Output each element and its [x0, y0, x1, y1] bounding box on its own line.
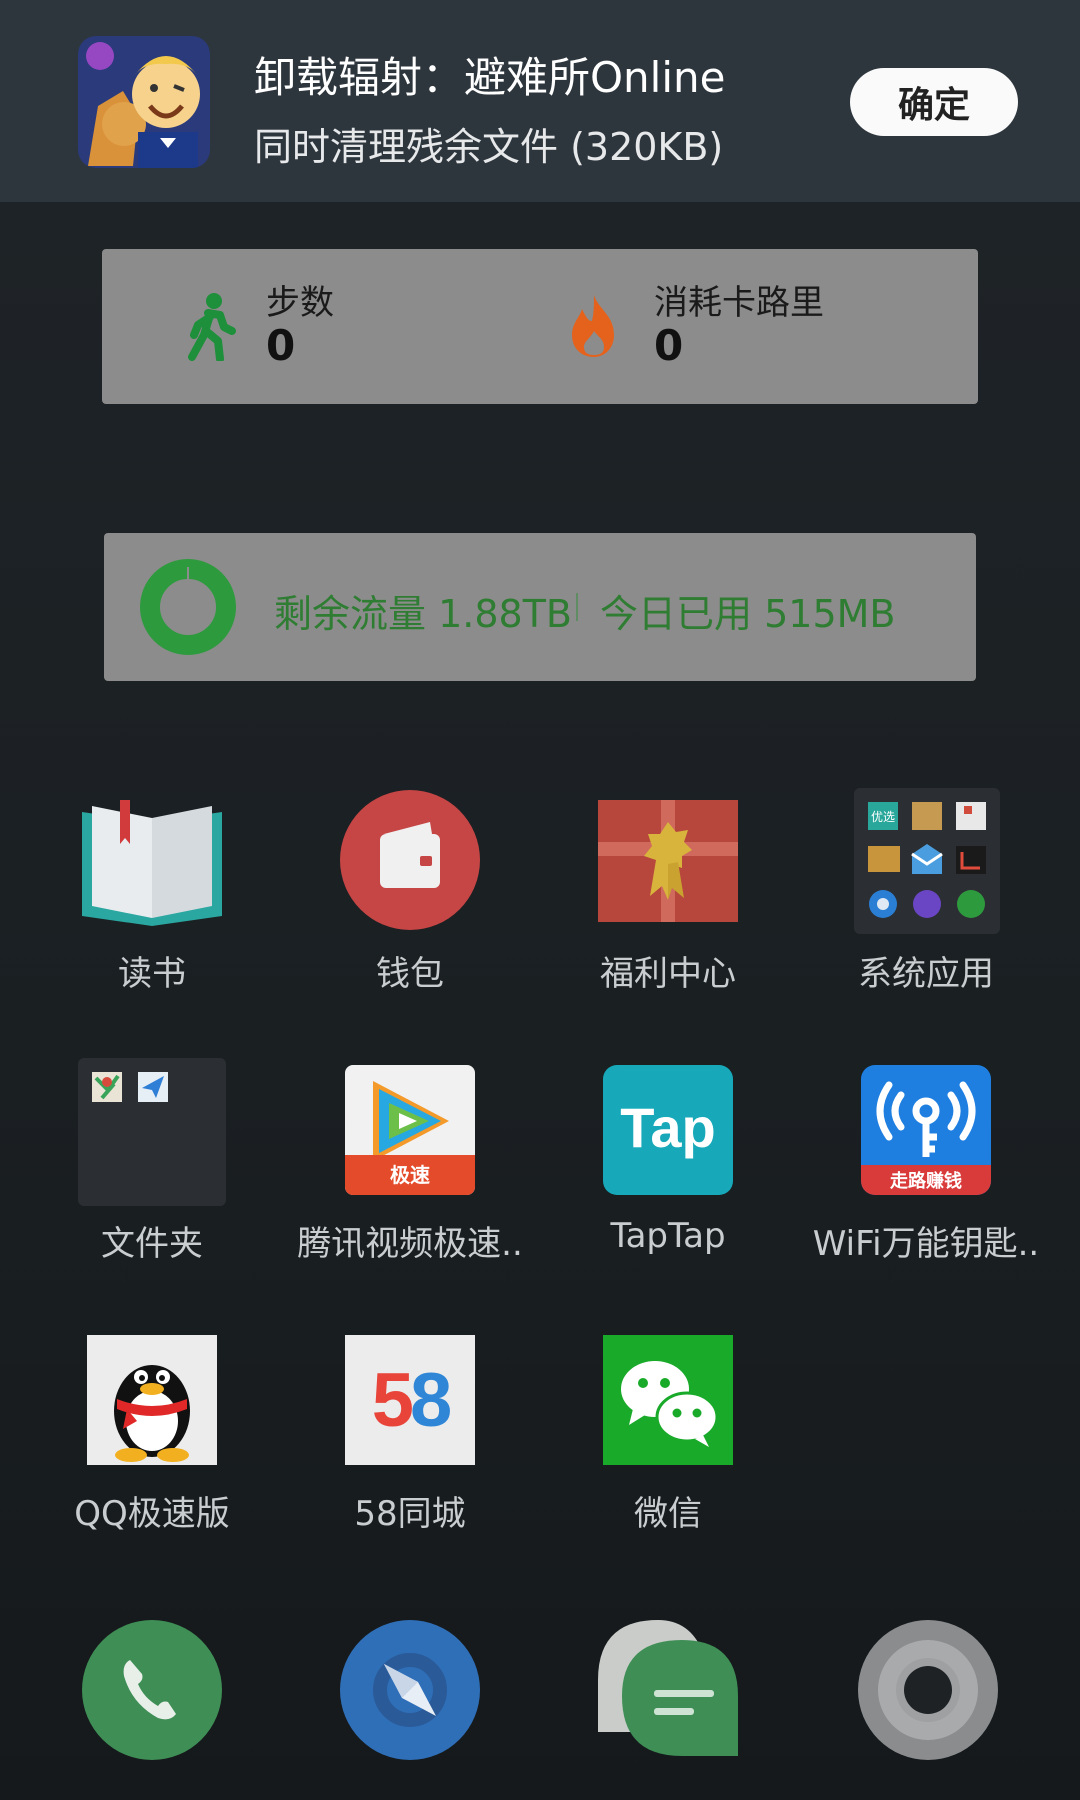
- calories-label: 消耗卡路里: [654, 283, 824, 323]
- app-label: 58同城: [354, 1494, 466, 1534]
- used-data: 今日已用 515MB: [600, 583, 896, 638]
- walking-icon: [180, 291, 240, 363]
- wifi-badge: 走路赚钱: [890, 1171, 962, 1192]
- 58-logo: 58: [371, 1358, 453, 1443]
- app-label: WiFi万能钥匙..: [812, 1224, 1040, 1264]
- app-label: 系统应用: [858, 954, 994, 994]
- steps-value: 0: [266, 321, 296, 370]
- app-label: 腾讯视频极速..: [297, 1224, 523, 1264]
- app-label: QQ极速版: [74, 1494, 230, 1534]
- video-badge: 极速: [390, 1163, 430, 1187]
- 58-icon: 58: [345, 1335, 475, 1465]
- health-widget[interactable]: 步数 0 消耗卡路里 0: [102, 249, 978, 404]
- steps-label: 步数: [266, 283, 334, 323]
- data-usage-widget[interactable]: 剩余流量 1.88TB 今日已用 515MB: [104, 533, 976, 681]
- app-label: TapTap: [610, 1216, 726, 1256]
- used-value: 515MB: [764, 592, 896, 636]
- app-label: 钱包: [376, 954, 444, 994]
- folder-system-apps-icon: 优选: [854, 788, 1000, 934]
- flame-icon: [564, 291, 624, 361]
- remaining-value: 1.88TB: [438, 592, 572, 636]
- app-label: 福利中心: [600, 954, 736, 994]
- browser-icon[interactable]: [340, 1620, 480, 1760]
- separator: [576, 593, 578, 621]
- folder-icon: [78, 1058, 226, 1206]
- remaining-data: 剩余流量 1.88TB: [274, 583, 572, 638]
- wallet-icon: [340, 790, 480, 930]
- app-label: 读书: [118, 954, 186, 994]
- folder-mini-label: 优选: [871, 810, 895, 824]
- app-label: 微信: [634, 1494, 702, 1534]
- tencent-video-icon: 极速: [345, 1065, 475, 1195]
- camera-icon[interactable]: [858, 1620, 998, 1760]
- calories-value: 0: [654, 321, 684, 370]
- remaining-label: 剩余流量: [274, 592, 427, 636]
- book-icon: [82, 790, 222, 930]
- gift-icon: [598, 800, 738, 922]
- used-label: 今日已用: [600, 592, 753, 636]
- notification-title: 卸载辐射：避难所Online: [254, 53, 726, 102]
- wifi-key-icon: 走路赚钱: [861, 1065, 991, 1195]
- app-label: 文件夹: [101, 1224, 203, 1264]
- uninstall-notification: 卸载辐射：避难所Online 同时清理残余文件 (320KB) 确定: [0, 0, 1080, 202]
- phone-icon[interactable]: [82, 1620, 222, 1760]
- taptap-icon: Tap: [603, 1065, 733, 1195]
- messages-icon[interactable]: [598, 1620, 738, 1760]
- notification-subtitle: 同时清理残余文件 (320KB): [254, 125, 724, 169]
- confirm-button[interactable]: 确定: [850, 68, 1018, 136]
- fallout-shelter-app-icon: [78, 36, 210, 168]
- data-ring-icon: [140, 559, 236, 655]
- qq-icon: [87, 1335, 217, 1465]
- taptap-wordmark: Tap: [620, 1096, 716, 1159]
- wechat-icon: [603, 1335, 733, 1465]
